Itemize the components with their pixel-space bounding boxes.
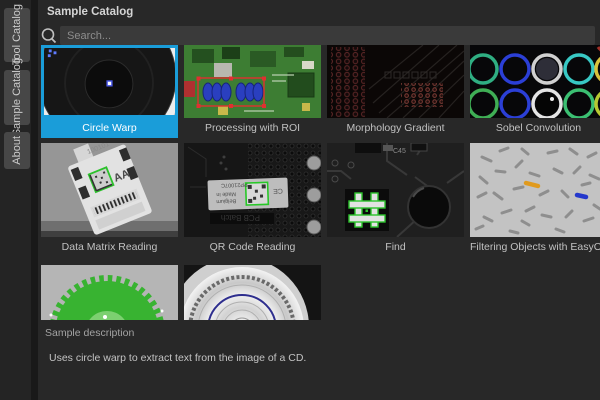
sample-thumbnail-pcb-roi (184, 45, 321, 118)
sample-description-panel: Sample description Uses circle warp to e… (38, 320, 600, 400)
sidebar-tab-tool-catalog[interactable]: Tool Catalog (4, 8, 30, 62)
sample-label: Data Matrix Reading (41, 237, 178, 257)
svg-text:Belgium: Belgium (216, 197, 236, 204)
page-title: Sample Catalog (47, 6, 133, 18)
sample-tile-morphology-gradient[interactable]: Morphology Gradient (327, 45, 464, 138)
sample-thumbnail-dark-dot-grid (327, 45, 464, 118)
sample-tile-processing-with-roi[interactable]: Processing with ROI (184, 45, 321, 138)
sample-thumbnail-cd-top (184, 265, 321, 320)
sample-thumbnail-blob-filter (470, 143, 600, 237)
sample-label: QR Code Reading (184, 237, 321, 257)
grid-row (41, 265, 600, 320)
sample-grid: Circle Warp (41, 45, 600, 320)
highlighted-object-blue (577, 195, 586, 197)
sidebar-tab-sample-catalog[interactable]: Sample Catalog (4, 70, 30, 125)
sidebar-tab-label: About (11, 136, 23, 165)
sidebar-tab-label: Sample Catalog (11, 58, 23, 136)
svg-text:Made in: Made in (216, 190, 236, 197)
svg-text:CE: CE (273, 187, 283, 194)
sample-label: Find (327, 237, 464, 257)
sample-thumbnail-green-gear (41, 265, 178, 320)
grid-row: Circle Warp (41, 45, 600, 138)
sample-thumbnail-cd-lens (41, 45, 178, 118)
description-text: Uses circle warp to extract text from th… (38, 339, 600, 364)
sidebar-tab-about[interactable]: About (4, 132, 30, 169)
grid-row: AA 100101 Data Matrix Reading (41, 143, 600, 257)
svg-text:PCB Batch: PCB Batch (221, 213, 260, 222)
svg-text:C45: C45 (393, 148, 406, 155)
sample-tile-find[interactable]: C45 Find (327, 143, 464, 257)
sample-label: Filtering Objects with EasyObject (470, 237, 600, 257)
sample-tile-data-matrix-reading[interactable]: AA 100101 Data Matrix Reading (41, 143, 178, 257)
sample-tile-gear[interactable] (41, 265, 178, 320)
highlighted-object-orange (526, 183, 538, 186)
sample-thumbnail-qr-label: PP21007C Made in Belgium CE PCB Batch (184, 143, 321, 237)
search-icon (40, 26, 57, 45)
sample-label: Circle Warp (41, 118, 178, 138)
sample-tile-circle-warp[interactable]: Circle Warp (41, 45, 178, 138)
sample-label: Morphology Gradient (327, 118, 464, 138)
sample-label: Sobel Convolution (470, 118, 600, 138)
sample-tile-filtering-objects[interactable]: Filtering Objects with EasyObject (470, 143, 600, 257)
sample-thumbnail-fiducial: C45 (327, 143, 464, 237)
sidebar-tab-label: Tool Catalog (11, 4, 23, 65)
sample-label: Processing with ROI (184, 118, 321, 138)
sample-thumbnail-datamatrix-part: AA 100101 (41, 143, 178, 237)
svg-text:PP21007C: PP21007C (221, 181, 248, 188)
search-input[interactable] (60, 26, 595, 45)
sample-thumbnail-edge-circles (470, 45, 600, 118)
search-bar (40, 26, 595, 45)
sidebar: Tool Catalog Sample Catalog About (0, 0, 38, 400)
description-heading: Sample description (38, 320, 600, 339)
sample-tile-qr-code-reading[interactable]: PP21007C Made in Belgium CE PCB Batch QR… (184, 143, 321, 257)
sample-tile-cd[interactable] (184, 265, 321, 320)
sample-tile-sobel-convolution[interactable]: Sobel Convolution (470, 45, 600, 138)
